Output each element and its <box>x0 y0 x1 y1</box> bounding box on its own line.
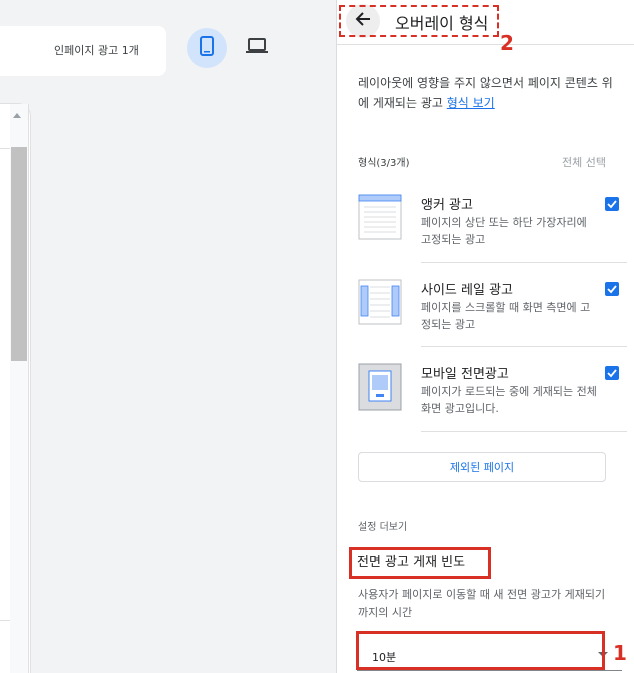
interstitial-checkbox[interactable] <box>605 366 619 380</box>
preview-area: 인페이지 광고 1개 <box>0 0 336 673</box>
preview-divider <box>0 620 10 621</box>
callout-number-2: 2 <box>500 31 514 55</box>
inpage-ad-count: 인페이지 광고 1개 <box>54 44 139 57</box>
format-description: 페이지가 로드되는 중에 게재되는 전체 화면 광고입니다. <box>421 385 597 415</box>
anchor-checkbox[interactable] <box>605 197 619 211</box>
frequency-description: 사용자가 페이지로 이동할 때 새 전면 광고가 게재되기까지의 시간 <box>358 588 606 619</box>
panel-description: 레이아웃에 영향을 주지 않으면서 페이지 콘텐츠 위에 게재되는 광고 형식 … <box>358 73 620 113</box>
mobile-preview-button[interactable] <box>187 28 227 68</box>
select-all-button[interactable]: 전체 선택 <box>562 154 606 170</box>
scroll-up-arrow-icon[interactable] <box>13 113 21 118</box>
format-item-interstitial: 모바일 전면광고 페이지가 로드되는 중에 게재되는 전체 화면 광고입니다. <box>358 363 622 447</box>
format-description: 페이지를 스크롤할 때 화면 측면에 고정되는 광고 <box>421 301 591 331</box>
item-divider <box>421 346 627 347</box>
desktop-preview-button[interactable] <box>237 28 277 68</box>
ad-summary-bar: 인페이지 광고 1개 <box>0 26 166 76</box>
format-item-anchor: 앵커 광고 페이지의 상단 또는 하단 가장자리에 고정되는 광고 <box>358 194 622 278</box>
more-settings-heading: 설정 더보기 <box>358 522 408 533</box>
overlay-format-panel: 오버레이 형식 2 레이아웃에 영향을 주지 않으면서 페이지 콘텐츠 위에 게… <box>336 0 634 673</box>
format-name: 앵커 광고 <box>421 198 473 213</box>
preview-divider <box>0 148 10 149</box>
anchor-ad-icon <box>358 194 402 242</box>
item-divider <box>421 431 627 432</box>
side-rail-ad-icon <box>358 279 402 327</box>
format-item-side-rail: 사이드 레일 광고 페이지를 스크롤할 때 화면 측면에 고정되는 광고 <box>358 279 622 363</box>
format-name: 모바일 전면광고 <box>421 367 509 382</box>
smartphone-icon <box>200 36 214 60</box>
interstitial-ad-icon <box>358 363 402 411</box>
view-formats-link[interactable]: 형식 보기 <box>447 96 495 110</box>
excluded-pages-button[interactable]: 제외된 페이지 <box>358 452 606 482</box>
panel-header: 오버레이 형식 <box>337 0 634 45</box>
format-description: 페이지의 상단 또는 하단 가장자리에 고정되는 광고 <box>421 216 587 246</box>
item-divider <box>421 262 627 263</box>
callout-number-1: 1 <box>613 641 627 665</box>
laptop-icon <box>246 38 268 58</box>
scrollbar-thumb[interactable] <box>11 147 27 361</box>
callout-box-1 <box>356 631 605 670</box>
formats-heading: 형식(3/3개) <box>358 158 410 169</box>
frequency-highlight-box <box>349 547 491 579</box>
format-name: 사이드 레일 광고 <box>421 283 513 298</box>
callout-box-2 <box>339 5 499 37</box>
side-rail-checkbox[interactable] <box>605 282 619 296</box>
